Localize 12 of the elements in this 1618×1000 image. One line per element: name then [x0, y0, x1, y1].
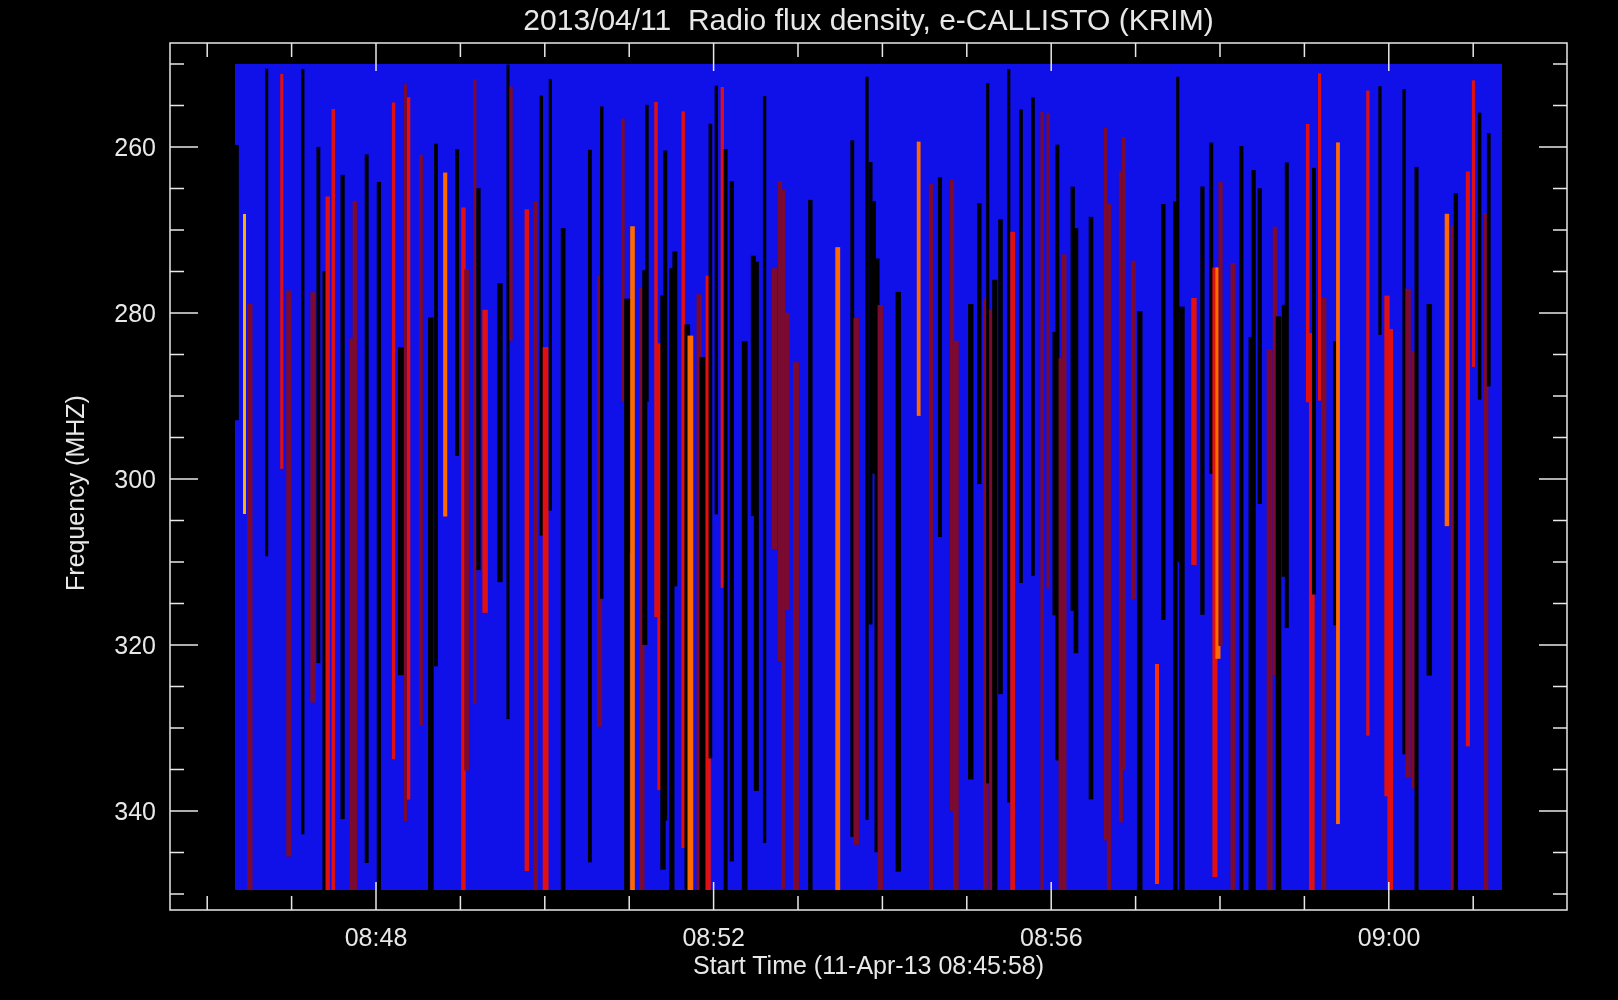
y-tick-label: 260: [113, 132, 156, 162]
chart-title: 2013/04/11 Radio flux density, e-CALLISTO (KRIM): [522, 2, 1215, 38]
x-tick-label: 08:52: [681, 922, 746, 952]
x-tick-label: 08:48: [343, 922, 409, 952]
y-axis-label: Frequency (MHZ): [60, 394, 90, 593]
y-tick-label: 340: [113, 796, 156, 826]
x-axis-label: Start Time (11-Apr-13 08:45:58): [691, 950, 1046, 980]
y-tick-label: 300: [113, 464, 156, 494]
x-tick-label: 09:00: [1356, 922, 1422, 952]
y-tick-label: 320: [113, 630, 156, 660]
x-tick-label: 08:56: [1019, 922, 1084, 952]
y-tick-label: 280: [113, 298, 156, 328]
